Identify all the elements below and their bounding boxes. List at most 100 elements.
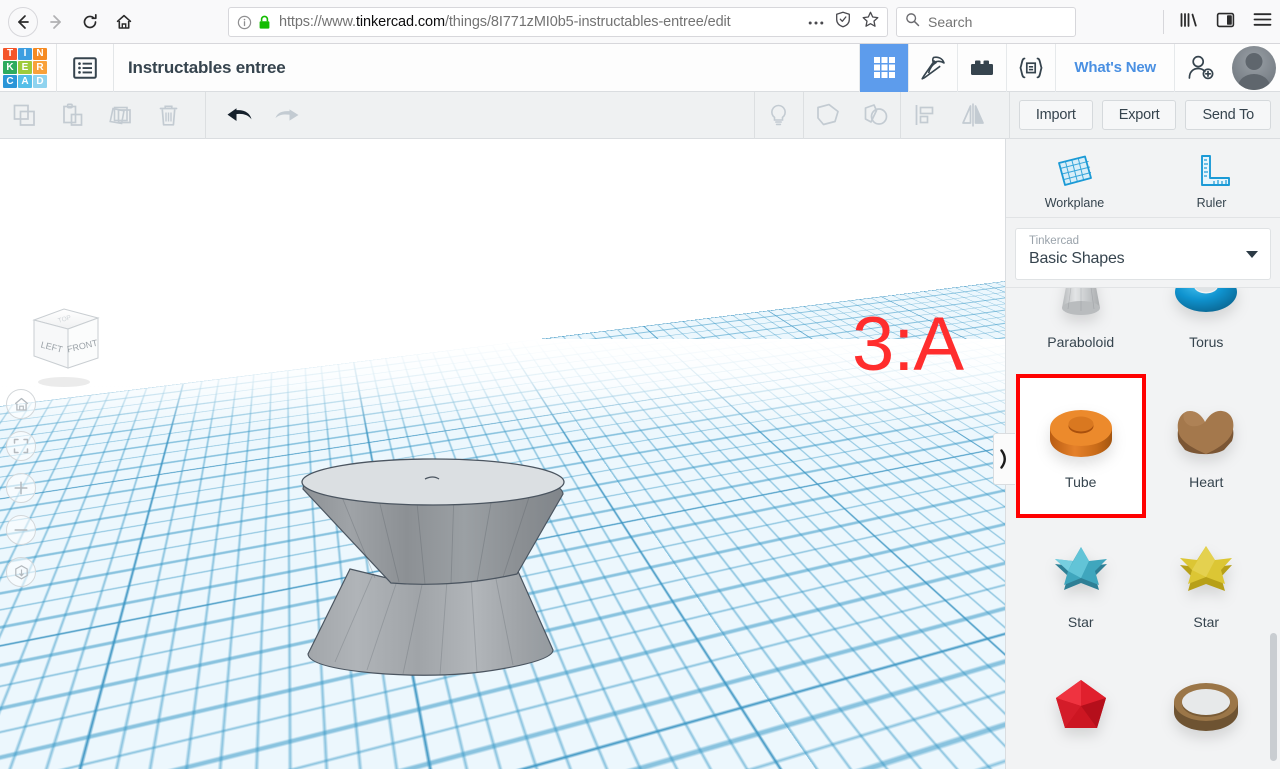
ruler-tool-label: Ruler [1196,196,1227,210]
home-icon [14,397,28,411]
project-list-button[interactable] [57,44,113,92]
library-icon[interactable] [1179,11,1198,34]
sidebar-icon[interactable] [1216,11,1235,34]
lightbulb-icon [771,104,787,125]
info-circle-icon[interactable] [237,15,252,30]
copy-icon [13,104,35,126]
shape-item-heart[interactable]: Heart [1144,376,1270,516]
workplane-grid-icon [1057,155,1092,186]
browser-search-box[interactable]: Search [896,7,1076,37]
hamburger-menu-icon[interactable] [1253,12,1272,32]
paste-button[interactable] [48,92,96,139]
reload-button[interactable] [74,6,106,38]
browser-toolbar: https://www.tinkercad.com/things/8I771zM… [0,0,1280,44]
shape-library-value: Basic Shapes [1029,250,1125,267]
redo-button[interactable] [263,92,311,139]
trash-icon [159,105,177,126]
shape-item-torus[interactable]: Torus [1144,288,1270,376]
address-bar[interactable]: https://www.tinkercad.com/things/8I771zM… [228,7,888,37]
home-button[interactable] [108,6,140,38]
header-divider-2 [113,43,114,92]
shape-grid[interactable]: Paraboloid Torus Tube Heart Star Star [1006,287,1280,769]
heart-thumbnail [1169,390,1243,468]
hint-tools [755,92,803,139]
search-placeholder: Search [928,14,973,30]
logo-tile-D: D [33,74,47,88]
shape-item-star-teal[interactable]: Star [1018,516,1144,656]
hints-button[interactable] [755,92,803,139]
browser-right-actions [1163,0,1272,44]
browser-nav-buttons [0,6,140,38]
copy-button[interactable] [0,92,48,139]
tab-3d-design[interactable] [859,43,909,92]
minus-icon [14,529,28,531]
zoom-out-button[interactable] [6,515,36,545]
diabolo-double-cone-object[interactable] [295,457,570,692]
workplane-tool-label: Workplane [1044,196,1105,210]
shape-label: Paraboloid [1047,334,1115,350]
import-button[interactable]: Import [1018,100,1093,130]
logo-tile-N: N [33,47,47,61]
tab-minecraft[interactable] [908,43,957,92]
delete-button[interactable] [144,92,192,139]
tinkercad-logo[interactable]: T I N K E R C A D [3,47,47,88]
logo-tile-E: E [18,61,32,74]
star-yellow-thumbnail [1169,530,1243,608]
url-text: https://www.tinkercad.com/things/8I771zM… [279,14,731,30]
undo-button[interactable] [215,92,263,139]
fit-frame-icon [13,438,29,454]
toolbar-divider-5 [1008,91,1010,139]
shape-item-ring[interactable] [1144,656,1270,769]
view-cube[interactable]: LEFT FRONT TOP [18,306,110,394]
tube-thumbnail [1044,390,1118,468]
zoom-in-button[interactable] [6,473,36,503]
shape-item-tube[interactable]: Tube [1016,374,1146,518]
align-icon [915,105,934,125]
whats-new-link[interactable]: What's New [1055,43,1174,92]
shape-label: Star [1067,614,1094,630]
annotation-step-label: 3:A [852,302,964,387]
star-icon[interactable] [862,11,879,33]
panel-collapse-handle[interactable] [993,433,1015,485]
add-person-icon [1188,55,1214,80]
ruler-icon [1200,155,1230,186]
edit-grid-button[interactable]: Edit Grid [868,707,947,730]
shape-label: Star [1193,614,1220,630]
logo-tile-R: R [33,61,47,74]
back-button[interactable] [8,6,38,37]
duplicate-button[interactable] [96,92,144,139]
fit-to-view-button[interactable] [6,431,36,461]
shape-item-paraboloid[interactable]: Paraboloid [1018,288,1144,376]
ungroup-button[interactable] [852,92,900,139]
plus-icon [14,481,28,495]
avatar[interactable] [1232,45,1276,90]
reload-icon [83,13,97,28]
tab-blocks[interactable] [957,43,1006,92]
shape-item-polyhedron[interactable] [1018,656,1144,769]
panel-scrollbar[interactable] [1270,633,1277,761]
mirror-button[interactable] [949,92,997,139]
ruler-tool[interactable]: Ruler [1143,139,1280,217]
invite-people-button[interactable] [1174,43,1226,92]
home-view-button[interactable] [6,389,36,419]
design-viewport[interactable]: 3:A LEFT FRONT TOP Edit Grid Snap Grid 1… [0,139,1005,769]
perspective-toggle-button[interactable] [6,557,36,587]
codeblocks-icon [1019,57,1043,78]
header-right-actions: What's New [859,43,1280,92]
send-to-button[interactable]: Send To [1185,100,1271,130]
document-title[interactable]: Instructables entree [128,58,286,78]
workplane-tool[interactable]: Workplane [1006,139,1143,217]
mirror-flip-icon [961,103,984,127]
ellipsis-icon[interactable] [808,13,824,31]
snap-grid-value: 1.0 mm [878,742,922,757]
shape-item-star-yellow[interactable]: Star [1144,516,1270,656]
snap-grid-label: Snap Grid [801,742,860,757]
shield-icon[interactable] [835,11,851,33]
align-button[interactable] [901,92,949,139]
group-button[interactable] [804,92,852,139]
export-button[interactable]: Export [1101,100,1177,130]
tab-codeblocks[interactable] [1006,43,1055,92]
shape-library-dropdown[interactable]: Tinkercad Basic Shapes [1015,228,1271,280]
forward-button[interactable] [40,6,72,38]
snap-grid-dropdown[interactable]: 1.0 mm [867,738,947,761]
